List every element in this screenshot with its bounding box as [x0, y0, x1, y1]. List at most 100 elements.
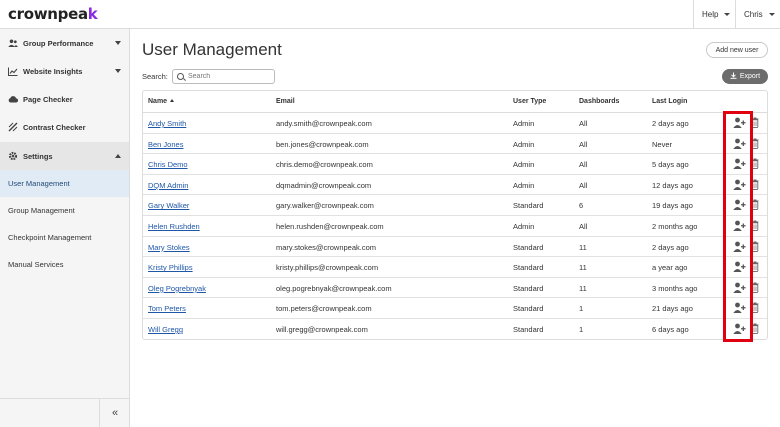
- user-plus-icon[interactable]: [733, 220, 746, 232]
- trash-icon[interactable]: [751, 158, 759, 170]
- user-name-link[interactable]: Gary Walker: [148, 201, 189, 210]
- user-dashboards: 1: [579, 325, 584, 334]
- sidebar-subitem-label: User Management: [8, 179, 70, 188]
- table-row: Ben Jones ben.jones@crownpeak.com Admin All…: [143, 134, 767, 155]
- sidebar-item-label: Contrast Checker: [23, 122, 86, 132]
- trash-icon[interactable]: [751, 302, 759, 314]
- column-header-name[interactable]: Name: [148, 98, 175, 105]
- sidebar-divider: [0, 398, 99, 399]
- column-header-user-type[interactable]: User Type: [513, 98, 546, 105]
- user-name-link[interactable]: Helen Rushden: [148, 222, 200, 231]
- page-title: User Management: [142, 40, 282, 59]
- user-plus-icon[interactable]: [733, 282, 746, 294]
- user-name-link[interactable]: Will Gregg: [148, 325, 183, 334]
- trash-icon[interactable]: [751, 199, 759, 211]
- table-row: Gary Walker gary.walker@crownpeak.com Stan…: [143, 195, 767, 216]
- trash-icon[interactable]: [751, 261, 759, 273]
- user-plus-icon[interactable]: [733, 302, 746, 314]
- export-label: Export: [739, 73, 761, 80]
- user-type: Standard: [513, 263, 544, 273]
- table-row: Will Gregg will.gregg@crownpeak.com Standa…: [143, 319, 767, 340]
- sidebar-item-label: Group Performance: [23, 38, 94, 48]
- user-type: Admin: [513, 119, 535, 128]
- user-email: andy.smith@crownpeak.com: [276, 119, 372, 128]
- sidebar-subitem-user-management[interactable]: User Management: [0, 170, 129, 197]
- user-name-link[interactable]: Chris Demo: [148, 160, 188, 169]
- user-name-link[interactable]: Ben Jones: [148, 140, 183, 149]
- help-menu[interactable]: Help: [693, 0, 735, 28]
- table-header: Name Email User Type Dashboards Last Log…: [143, 91, 767, 113]
- user-name-link[interactable]: Tom Peters: [148, 304, 186, 313]
- user-plus-icon[interactable]: [733, 117, 746, 129]
- user-email: ben.jones@crownpeak.com: [276, 139, 369, 149]
- trash-icon[interactable]: [751, 179, 759, 190]
- user-last-login: 21 days ago: [652, 304, 693, 314]
- sidebar-item-group-performance[interactable]: Group Performance: [0, 29, 129, 57]
- user-plus-icon[interactable]: [733, 323, 746, 335]
- sidebar-subitem-label: Checkpoint Management: [8, 233, 92, 242]
- user-email: helen.rushden@crownpeak.com: [276, 222, 384, 231]
- table-row: Helen Rushden helen.rushden@crownpeak.com…: [143, 216, 767, 237]
- sidebar: Group Performance Website Insights Page …: [0, 29, 130, 427]
- trash-icon[interactable]: [751, 117, 759, 128]
- user-plus-icon[interactable]: [733, 158, 746, 170]
- cloud-icon: [8, 94, 18, 104]
- user-type: Standard: [513, 283, 544, 293]
- crownpeak-logo[interactable]: crownpeak: [8, 5, 98, 23]
- table-row: DQM Admin dqmadmin@crownpeak.com Admin All 1…: [143, 175, 767, 196]
- sidebar-subitem-label: Manual Services: [8, 260, 64, 269]
- trash-icon[interactable]: [751, 220, 759, 231]
- user-menu[interactable]: Chris: [735, 0, 780, 28]
- user-last-login: 2 days ago: [652, 119, 689, 128]
- user-name-link[interactable]: Kristy Phillips: [148, 263, 193, 272]
- export-button[interactable]: Export: [722, 69, 768, 84]
- user-email: dqmadmin@crownpeak.com: [276, 180, 372, 190]
- chevron-down-icon: [768, 12, 775, 16]
- trash-icon[interactable]: [751, 282, 759, 293]
- trash-icon[interactable]: [751, 323, 759, 334]
- user-label: Chris: [744, 9, 763, 19]
- collapse-sidebar-button[interactable]: «: [99, 398, 130, 427]
- user-type: Standard: [513, 304, 544, 314]
- chart-icon: [8, 66, 18, 76]
- sidebar-item-settings[interactable]: Settings: [0, 142, 129, 170]
- top-bar: crownpeak Help Chris: [0, 0, 780, 29]
- search-input[interactable]: [188, 73, 273, 80]
- sort-ascending-icon: [170, 99, 175, 102]
- user-plus-icon[interactable]: [733, 199, 746, 211]
- user-dashboards: 1: [579, 304, 584, 314]
- user-last-login: Never: [652, 139, 673, 149]
- user-plus-icon[interactable]: [733, 241, 746, 253]
- user-last-login: 2 months ago: [652, 222, 698, 231]
- user-plus-icon[interactable]: [733, 138, 746, 150]
- chevron-down-icon: [724, 12, 731, 16]
- user-name-link[interactable]: Andy Smith: [148, 119, 186, 128]
- user-name-link[interactable]: DQM Admin: [148, 181, 188, 190]
- sidebar-subitem-checkpoint-management[interactable]: Checkpoint Management: [0, 224, 129, 251]
- user-name-link[interactable]: Mary Stokes: [148, 243, 190, 252]
- users-icon: [8, 38, 18, 48]
- add-new-user-button[interactable]: Add new user: [706, 42, 768, 58]
- user-email: gary.walker@crownpeak.com: [276, 201, 374, 211]
- sidebar-subitem-label: Group Management: [8, 206, 75, 215]
- sidebar-subitem-group-management[interactable]: Group Management: [0, 197, 129, 224]
- search-icon: [177, 73, 184, 80]
- sidebar-item-website-insights[interactable]: Website Insights: [0, 57, 129, 85]
- user-name-link[interactable]: Oleg Pogrebnyak: [148, 284, 206, 293]
- search-field[interactable]: [172, 69, 275, 84]
- sidebar-item-label: Website Insights: [23, 66, 83, 76]
- column-header-last-login[interactable]: Last Login: [652, 98, 687, 105]
- trash-icon[interactable]: [751, 241, 759, 252]
- sidebar-item-contrast-checker[interactable]: Contrast Checker: [0, 113, 129, 141]
- column-header-dashboards[interactable]: Dashboards: [579, 98, 619, 105]
- sidebar-subitem-manual-services[interactable]: Manual Services: [0, 251, 129, 278]
- user-type: Admin: [513, 222, 535, 231]
- user-email: mary.stokes@crownpeak.com: [276, 242, 377, 252]
- user-last-login: 5 days ago: [652, 160, 689, 170]
- sidebar-item-page-checker[interactable]: Page Checker: [0, 85, 129, 113]
- user-type: Admin: [513, 139, 535, 149]
- column-header-email[interactable]: Email: [276, 98, 295, 105]
- user-plus-icon[interactable]: [733, 261, 746, 273]
- user-plus-icon[interactable]: [733, 179, 746, 191]
- trash-icon[interactable]: [751, 138, 759, 149]
